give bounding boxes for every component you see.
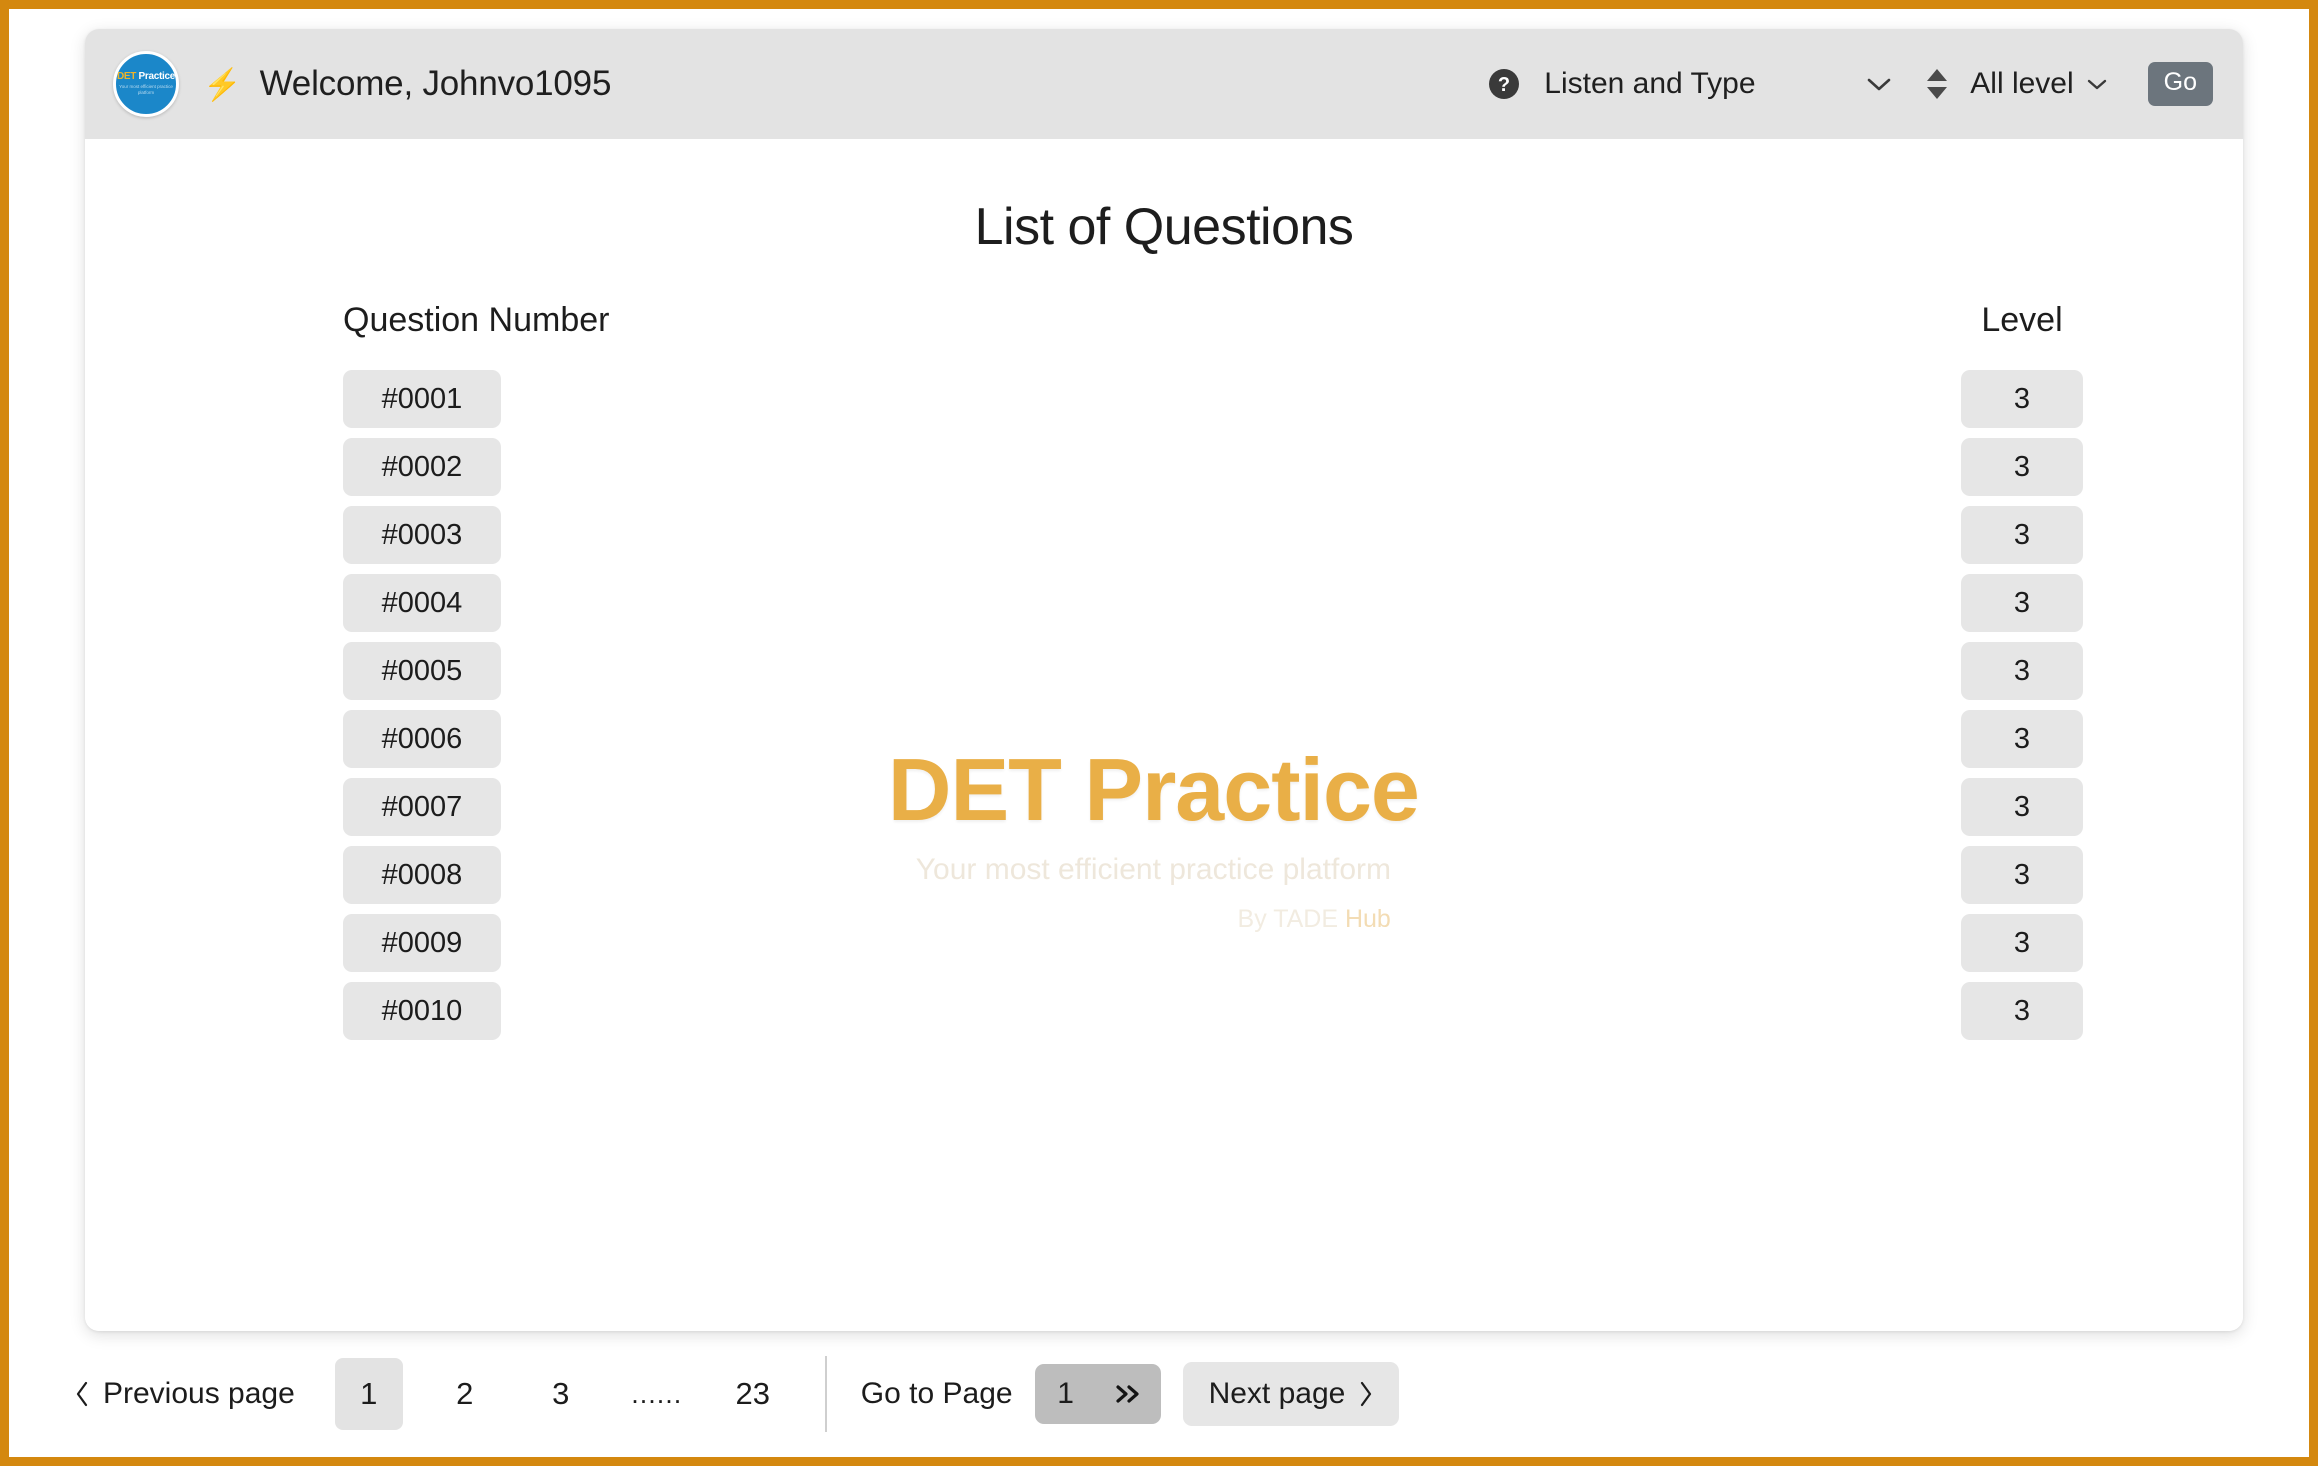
- chevron-down-icon: [2086, 77, 2108, 91]
- app-header: DET Practice Your most efficient practic…: [85, 29, 2243, 139]
- level-cell[interactable]: 3: [1961, 574, 2083, 632]
- page-title: List of Questions: [974, 198, 1354, 256]
- level-cell[interactable]: 3: [1961, 710, 2083, 768]
- previous-page-button[interactable]: Previous page: [75, 1377, 295, 1411]
- question-type-select[interactable]: Listen and Type: [1538, 63, 1898, 105]
- level-filter-select[interactable]: All level: [1964, 63, 2113, 105]
- column-header-level: Level: [1981, 301, 2063, 339]
- sort-updown-icon[interactable]: [1924, 67, 1950, 101]
- question-cell[interactable]: #0007: [343, 778, 501, 836]
- double-chevron-right-icon: [1114, 1383, 1144, 1405]
- next-page-label: Next page: [1208, 1377, 1346, 1410]
- goto-page-input[interactable]: [1034, 1364, 1097, 1424]
- level-filter-value: All level: [1970, 67, 2074, 100]
- previous-page-label: Previous page: [103, 1377, 295, 1410]
- level-cell[interactable]: 3: [1961, 914, 2083, 972]
- question-cell[interactable]: #0008: [343, 846, 501, 904]
- app-root: DET Practice Your most efficient practic…: [9, 9, 2309, 1457]
- question-cell[interactable]: #0004: [343, 574, 501, 632]
- page-number-button[interactable]: 1: [334, 1358, 403, 1430]
- level-cell[interactable]: 3: [1961, 982, 2083, 1040]
- bolt-icon: ⚡: [203, 66, 242, 102]
- page-ellipsis: ......: [631, 1378, 683, 1409]
- questions-table: Question Number #0001 #0002 #0003 #0004 …: [85, 301, 2243, 1050]
- question-cell[interactable]: #0010: [343, 982, 501, 1040]
- go-button[interactable]: Go: [2147, 62, 2213, 106]
- next-page-button[interactable]: Next page: [1182, 1362, 1400, 1426]
- level-cell[interactable]: 3: [1961, 846, 2083, 904]
- main-card: DET Practice Your most efficient practic…: [85, 29, 2243, 1331]
- goto-page-submit-button[interactable]: [1097, 1364, 1161, 1424]
- level-cell[interactable]: 3: [1961, 506, 2083, 564]
- level-cell[interactable]: 3: [1961, 778, 2083, 836]
- question-cell[interactable]: #0003: [343, 506, 501, 564]
- chevron-down-icon: [1866, 76, 1892, 92]
- page-number-button[interactable]: 3: [527, 1358, 595, 1430]
- welcome-message: Welcome, Johnvo1095: [259, 64, 612, 103]
- header-controls: ? Listen and Type All level Go: [1488, 62, 2213, 106]
- avatar[interactable]: DET Practice Your most efficient practic…: [113, 51, 179, 117]
- help-circle-icon[interactable]: ?: [1488, 68, 1520, 100]
- chevron-left-icon: [75, 1381, 89, 1407]
- column-header-question-number: Question Number: [343, 301, 610, 339]
- avatar-logo-text: DET Practice: [116, 71, 176, 83]
- question-cell[interactable]: #0006: [343, 710, 501, 768]
- page-number-button[interactable]: 23: [719, 1358, 787, 1430]
- level-column: Level 3 3 3 3 3 3 3 3 3 3: [1961, 301, 2083, 1050]
- level-cell[interactable]: 3: [1961, 642, 2083, 700]
- card-body: List of Questions DET Practice Your most…: [85, 139, 2243, 1331]
- pagination-divider: [824, 1356, 827, 1432]
- page-number-list: 1 2 3 ...... 23: [334, 1358, 815, 1430]
- question-type-value: Listen and Type: [1544, 67, 1756, 100]
- question-number-column: Question Number #0001 #0002 #0003 #0004 …: [343, 301, 609, 1050]
- header-left-group: DET Practice Your most efficient practic…: [113, 51, 611, 117]
- goto-page-label: Go to Page: [860, 1377, 1013, 1410]
- question-cell[interactable]: #0005: [343, 642, 501, 700]
- level-cell[interactable]: 3: [1961, 438, 2083, 496]
- goto-page-group: [1034, 1364, 1161, 1424]
- question-cell[interactable]: #0001: [343, 370, 501, 428]
- question-cell[interactable]: #0002: [343, 438, 501, 496]
- question-cell[interactable]: #0009: [343, 914, 501, 972]
- pagination-bar: Previous page 1 2 3 ...... 23 Go to Page: [9, 1331, 2309, 1457]
- page-number-button[interactable]: 2: [431, 1358, 499, 1430]
- level-cell[interactable]: 3: [1961, 370, 2083, 428]
- svg-text:?: ?: [1498, 74, 1510, 96]
- chevron-right-icon: [1359, 1381, 1373, 1407]
- avatar-logo-tagline: Your most efficient practice platform: [119, 84, 173, 95]
